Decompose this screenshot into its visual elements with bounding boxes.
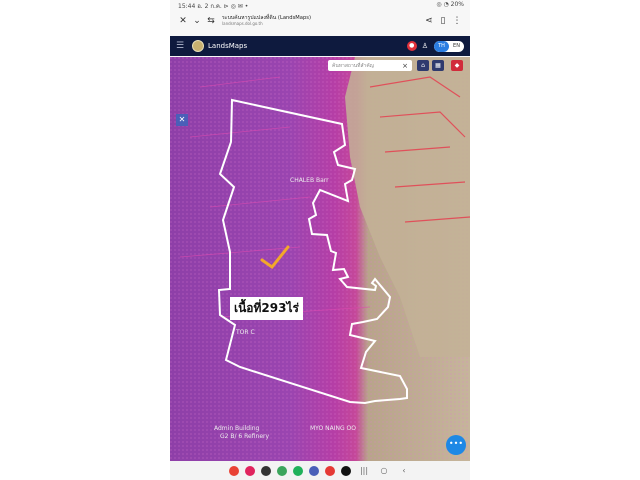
site-settings-icon[interactable]: ⇆ xyxy=(204,16,218,26)
url-bar[interactable]: ระบบค้นหารูปแปลงที่ดิน (LandsMaps) lands… xyxy=(222,15,422,27)
app-logo xyxy=(192,40,204,52)
chrome-app-icon[interactable] xyxy=(229,465,239,476)
map-label-building: Admin Building xyxy=(214,425,260,432)
close-icon[interactable]: ✕ xyxy=(176,16,190,26)
notification-icon[interactable]: ● xyxy=(406,41,417,51)
more-vert-icon[interactable]: ⋮ xyxy=(450,16,464,26)
chevron-down-icon[interactable]: ⌄ xyxy=(190,16,204,26)
recents-icon[interactable]: ||| xyxy=(357,466,371,475)
share-icon[interactable]: ⋖ xyxy=(422,16,436,26)
line-app-icon[interactable] xyxy=(293,465,303,476)
lang-th-button[interactable]: TH xyxy=(434,40,449,52)
user-icon[interactable]: ♙ xyxy=(422,42,428,50)
game-app-icon[interactable] xyxy=(277,465,287,476)
lang-en-button[interactable]: EN xyxy=(449,41,464,52)
map-label-chaleb: CHALEB Barr xyxy=(290,177,329,184)
search-placeholder: ค้นหาสถานที่สำคัญ xyxy=(332,62,374,69)
status-right: ◎ ◔ 20% xyxy=(436,1,464,8)
app-header: ☰ LandsMaps ● ♙ TH EN xyxy=(170,36,470,56)
place-search-input[interactable]: ค้นหาสถานที่สำคัญ × xyxy=(328,60,412,71)
back-icon[interactable]: ‹ xyxy=(397,466,411,475)
clear-search-icon[interactable]: × xyxy=(402,62,408,70)
map-label-company: MYO NAING OO xyxy=(310,425,356,432)
threads-app-icon[interactable] xyxy=(261,465,271,476)
home-icon[interactable]: ⌂ xyxy=(417,60,429,71)
status-bar: 15:44 อ. 2 ก.ค. ⊳ ◎ ✉ • ◎ ◔ 20% xyxy=(170,0,470,10)
grid-layer-icon[interactable]: ▦ xyxy=(432,60,444,71)
hamburger-menu-icon[interactable]: ☰ xyxy=(176,41,188,51)
layers-icon[interactable]: ◆ xyxy=(451,60,463,71)
language-toggle[interactable]: TH EN xyxy=(434,40,464,52)
instagram-app-icon[interactable] xyxy=(245,465,255,476)
page-url: landsmaps.dol.go.th xyxy=(222,21,263,26)
measure-tool-icon[interactable]: ✕ xyxy=(176,114,188,126)
home-nav-icon[interactable]: ○ xyxy=(377,466,391,475)
map-label-refinery: G2 B/ 6 Refinery xyxy=(220,433,270,440)
more-options-fab[interactable]: ••• xyxy=(446,435,466,455)
tiktok-app-icon[interactable] xyxy=(341,465,351,476)
android-nav-bar: ||| ○ ‹ xyxy=(170,461,470,480)
map-canvas[interactable]: ค้นหาสถานที่สำคัญ × ⌂ ▦ ◆ ✕ เนื้อที่293ไ… xyxy=(170,57,470,461)
status-left: 15:44 อ. 2 ก.ค. ⊳ ◎ ✉ • xyxy=(178,3,249,10)
map-label-tor: TOR C xyxy=(236,329,255,336)
apps-grid-icon[interactable] xyxy=(309,465,319,476)
phone-screen: 15:44 อ. 2 ก.ค. ⊳ ◎ ✉ • ◎ ◔ 20% ✕ ⌄ ⇆ ระ… xyxy=(170,0,470,480)
youtube-app-icon[interactable] xyxy=(325,465,335,476)
browser-toolbar: ✕ ⌄ ⇆ ระบบค้นหารูปแปลงที่ดิน (LandsMaps)… xyxy=(170,11,470,31)
map-overlay xyxy=(170,57,470,461)
area-label: เนื้อที่293ไร่ xyxy=(230,297,303,320)
app-name: LandsMaps xyxy=(208,42,248,50)
bookmark-icon[interactable]: ▯ xyxy=(436,16,450,26)
